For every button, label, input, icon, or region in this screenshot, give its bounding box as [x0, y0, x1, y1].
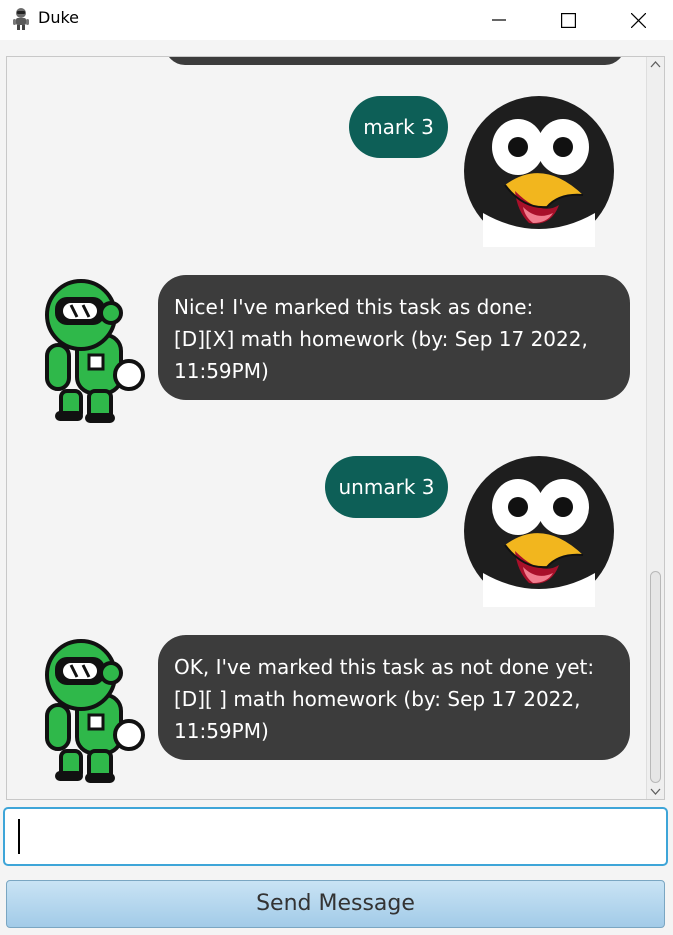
penguin-avatar-icon [464, 456, 614, 607]
text-caret [18, 819, 20, 854]
message-line: 11:59PM) [174, 719, 269, 743]
message-line: [D][ ] math homework (by: Sep 17 2022, [174, 687, 581, 711]
scroll-up-arrow-icon[interactable] [650, 60, 661, 68]
message-line: 11:59PM) [174, 359, 269, 383]
close-icon [630, 12, 646, 28]
minimize-button[interactable] [464, 0, 534, 40]
robot-avatar-icon [45, 639, 145, 783]
message-line: OK, I've marked this task as not done ye… [174, 655, 595, 679]
scrollbar-thumb[interactable] [650, 571, 661, 783]
message-line: Nice! I've marked this task as done: [174, 295, 534, 319]
maximize-icon [560, 12, 576, 28]
minimize-icon [492, 19, 506, 21]
title-bar: Duke [0, 0, 673, 40]
send-message-button[interactable]: Send Message [6, 880, 665, 928]
maximize-button[interactable] [533, 0, 603, 40]
user-message-bubble: unmark 3 [325, 456, 448, 518]
user-input-field[interactable] [3, 807, 668, 866]
previous-message-bubble [165, 57, 625, 65]
duke-message-bubble: OK, I've marked this task as not done ye… [158, 635, 630, 760]
message-line: [D][X] math homework (by: Sep 17 2022, [174, 327, 588, 351]
robot-avatar-icon [45, 279, 145, 423]
duke-message-bubble: Nice! I've marked this task as done: [D]… [158, 275, 630, 400]
penguin-avatar-icon [464, 96, 614, 247]
window-title: Duke [38, 8, 79, 27]
scroll-down-arrow-icon[interactable] [650, 788, 661, 796]
dialog-scroll-pane[interactable]: mark 3 Nice! I've marked this task as do… [6, 56, 665, 800]
user-message-bubble: mark 3 [349, 96, 448, 158]
close-button[interactable] [603, 0, 673, 40]
vertical-scrollbar[interactable] [646, 57, 664, 799]
dialog-container: mark 3 Nice! I've marked this task as do… [7, 57, 647, 799]
app-robot-icon [13, 8, 29, 30]
